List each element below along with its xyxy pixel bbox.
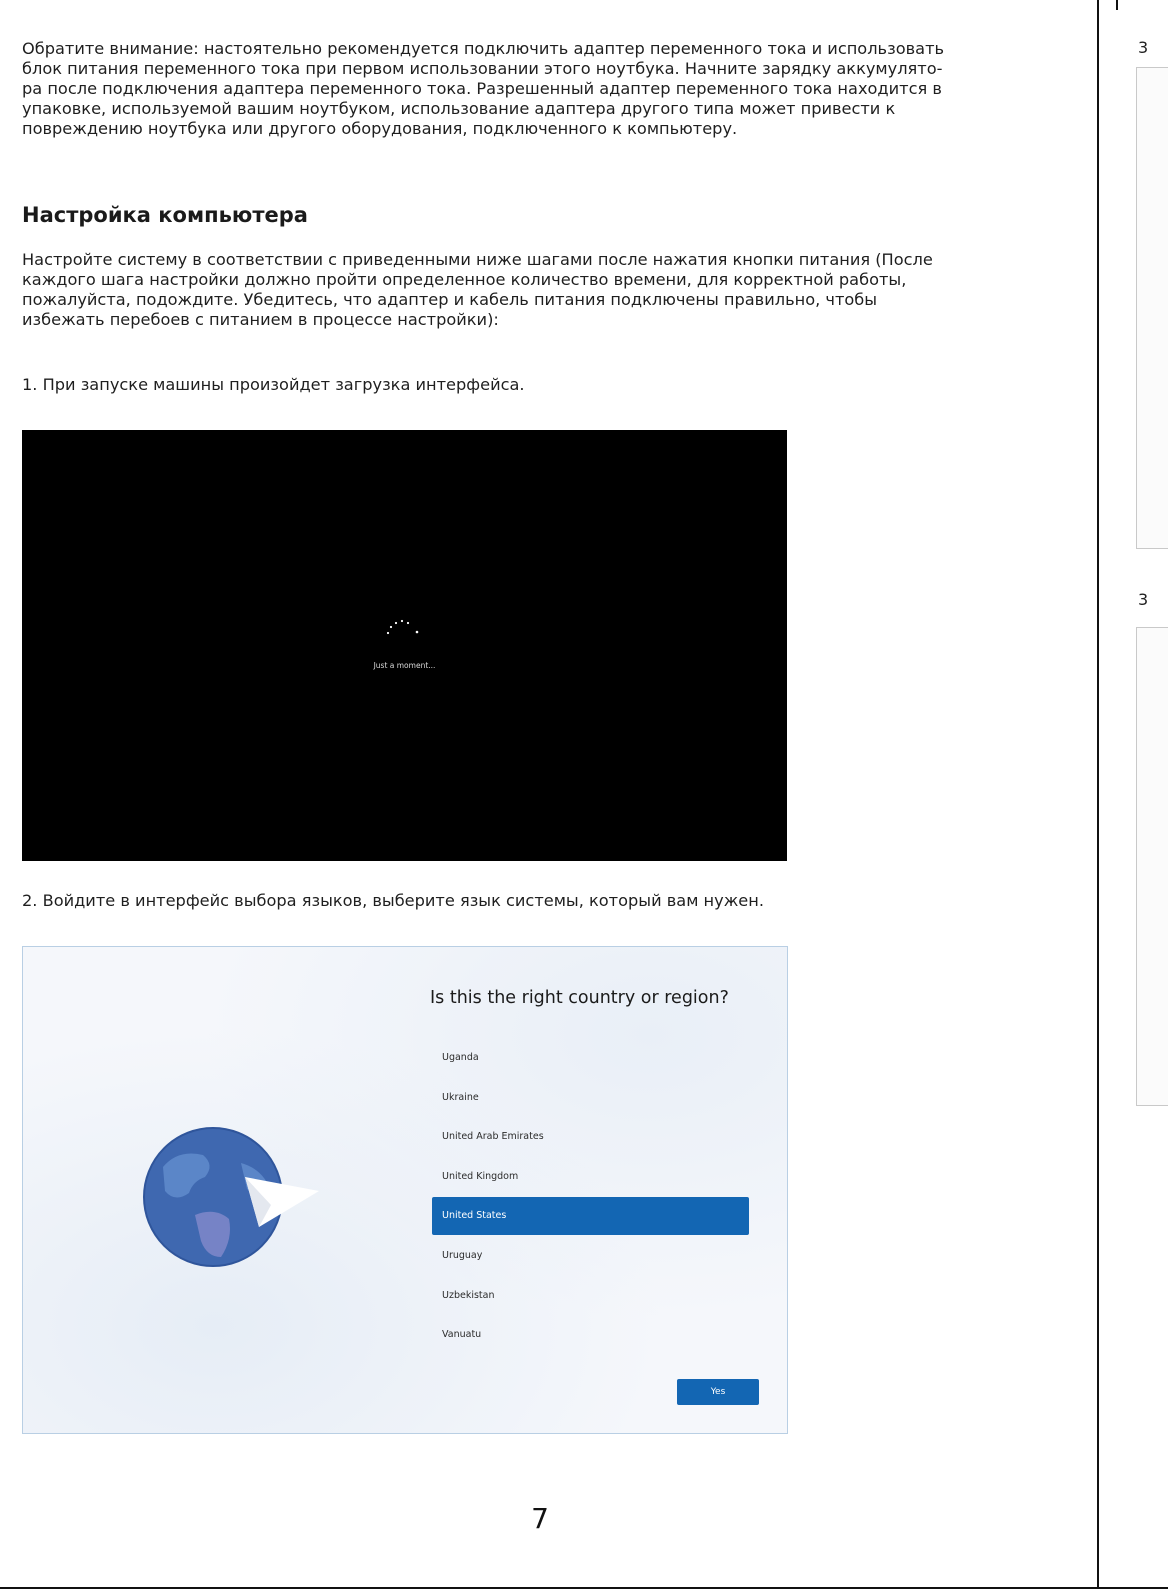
step-1-text: 1. При запуске машины произойдет загрузк…: [22, 375, 525, 394]
country-item-uae[interactable]: United Arab Emirates: [432, 1118, 749, 1156]
country-item-uganda[interactable]: Uganda: [432, 1039, 749, 1077]
country-item-united-states[interactable]: United States: [432, 1197, 749, 1235]
region-question: Is this the right country or region?: [430, 988, 729, 1008]
page-bottom-border: [0, 1587, 1168, 1589]
country-item-ukraine[interactable]: Ukraine: [432, 1079, 749, 1117]
right-page-label-1: 3: [1138, 38, 1149, 57]
manual-page: Обратите внимание: настоятельно рекоменд…: [0, 0, 1098, 1588]
country-item-uzbekistan[interactable]: Uzbekistan: [432, 1277, 749, 1315]
intro-line-1: Обратите внимание: настоятельно рекоменд…: [22, 39, 945, 58]
section-heading: Настройка компьютера: [22, 203, 308, 227]
right-page-screenshot-2: [1136, 627, 1168, 1106]
intro-line-2: блок питания переменного тока при первом…: [22, 59, 943, 78]
right-page-label-2: 3: [1138, 590, 1149, 609]
loading-text: Just a moment...: [373, 661, 436, 670]
setup-line-3: пожалуйста, подождите. Убедитесь, что ад…: [22, 290, 878, 309]
intro-line-3: ра после подключения адаптера переменног…: [22, 79, 942, 98]
setup-line-1: Настройте систему в соответствии с приве…: [22, 250, 933, 269]
loading-spinner-icon: [386, 619, 419, 635]
country-item-vanuatu[interactable]: Vanuatu: [432, 1316, 749, 1354]
corner-mark: [1116, 0, 1118, 10]
country-item-uruguay[interactable]: Uruguay: [432, 1237, 749, 1275]
yes-button[interactable]: Yes: [677, 1379, 759, 1405]
page-number: 7: [531, 1502, 549, 1535]
setup-line-4: избежать перебоев с питанием в процессе …: [22, 310, 499, 329]
right-page-screenshot-1: [1136, 67, 1168, 549]
intro-line-5: повреждению ноутбука или другого оборудо…: [22, 119, 738, 138]
intro-line-4: упаковке, используемой вашим ноутбуком, …: [22, 99, 896, 118]
country-item-united-kingdom[interactable]: United Kingdom: [432, 1158, 749, 1196]
step-2-text: 2. Войдите в интерфейс выбора языков, вы…: [22, 891, 764, 910]
globe-icon: [143, 1127, 319, 1267]
loading-screenshot: [22, 430, 787, 861]
region-screenshot: Is this the right country or region? Uga…: [22, 946, 788, 1434]
setup-line-2: каждого шага настройки должно пройти опр…: [22, 270, 907, 289]
